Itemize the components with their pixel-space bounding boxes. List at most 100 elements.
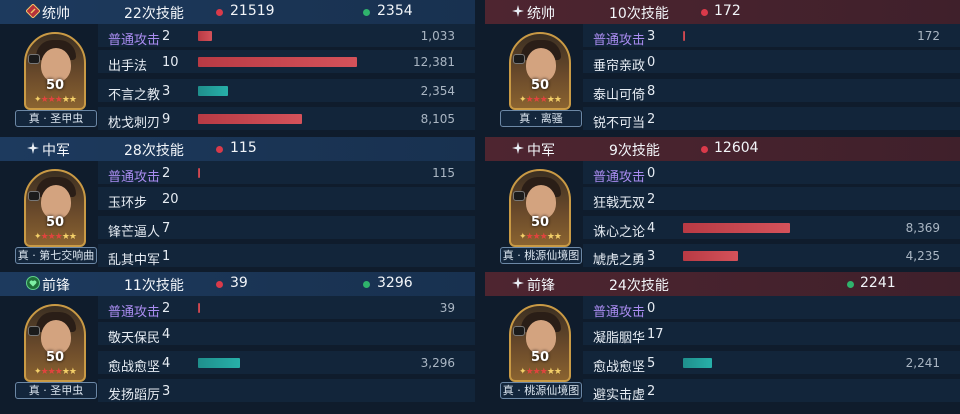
skill-row: 愈战愈坚 4 3,296 <box>98 351 475 375</box>
skill-value: 4,235 <box>905 249 940 263</box>
skill-use-count: 4 <box>162 327 171 342</box>
skill-value: 172 <box>917 29 940 43</box>
hero-portrait[interactable]: 50 ✦★★★★★ <box>509 304 571 382</box>
skill-use-count: 2 <box>647 112 656 127</box>
role-label: 统帅 <box>527 6 555 22</box>
hero-face <box>526 185 556 219</box>
skill-use-count: 5 <box>647 356 656 371</box>
damage-dot-icon <box>216 9 223 16</box>
hero-title-tag: 真 · 桃源仙境图 <box>500 382 582 399</box>
skill-bar-fill <box>198 168 200 178</box>
star-icon: ★★ <box>546 232 562 242</box>
star-icon: ★★★ <box>40 367 63 377</box>
hero-face <box>526 48 556 82</box>
sparkle-icon <box>26 141 40 155</box>
skill-bar-track <box>683 223 943 233</box>
heal-dot-icon <box>363 9 370 16</box>
skill-count: 28次技能 <box>124 143 184 159</box>
skill-value: 8,369 <box>905 221 940 235</box>
star-icon: ★★★ <box>525 367 548 377</box>
hero-title-tag: 真 · 离骚 <box>500 110 582 127</box>
hero-level: 50 <box>530 78 550 93</box>
right-panel-3: 前锋 24次技能 2241 50 ✦★★★★★ 真 · 桃源仙境图 普通攻击 0 凝脂胭华 17 愈… <box>485 272 960 408</box>
skill-bar-fill <box>198 114 302 124</box>
skill-use-count: 10 <box>162 55 179 70</box>
star-icon: ★★ <box>61 232 77 242</box>
skill-name: 垂帘亲政 <box>593 59 646 74</box>
skill-value: 12,381 <box>413 55 455 69</box>
role-label: 前锋 <box>527 278 555 294</box>
skill-bar-fill <box>683 223 790 233</box>
hero-portrait[interactable]: 50 ✦★★★★★ <box>509 169 571 247</box>
skill-row: 普通攻击 0 <box>583 161 960 185</box>
hero-face <box>41 48 71 82</box>
skill-name: 愈战愈坚 <box>108 360 161 375</box>
star-icon: ★★ <box>61 367 77 377</box>
hero-portrait[interactable]: 50 ✦★★★★★ <box>24 32 86 110</box>
hero-portrait[interactable]: 50 ✦★★★★★ <box>509 32 571 110</box>
skill-row: 诛心之论 4 8,369 <box>583 216 960 240</box>
skill-row: 愈战愈坚 5 2,241 <box>583 351 960 375</box>
skill-name: 普通攻击 <box>593 33 646 48</box>
skill-name: 普通攻击 <box>593 305 646 320</box>
hero-level: 50 <box>45 350 65 365</box>
hero-title-tag: 真 · 第七交响曲 <box>15 247 97 264</box>
skill-name: 愈战愈坚 <box>593 360 646 375</box>
hero-portrait[interactable]: 50 ✦★★★★★ <box>24 304 86 382</box>
star-icon: ★★★ <box>525 232 548 242</box>
unit-badge-icon <box>28 191 40 201</box>
hero-face <box>41 185 71 219</box>
hero-title-tag: 真 · 桃源仙境图 <box>500 247 582 264</box>
skill-bar-track <box>683 31 943 41</box>
skill-row: 狂戟无双 2 <box>583 187 960 211</box>
skill-use-count: 9 <box>162 112 171 127</box>
commander-flag-icon <box>26 4 40 18</box>
skill-value: 2,354 <box>420 84 455 98</box>
heal-total: 3296 <box>377 275 413 291</box>
right-panel-2: 中军 9次技能 12604 50 ✦★★★★★ 真 · 桃源仙境图 普通攻击 0 狂戟无双 2 诛心… <box>485 137 960 273</box>
skill-name: 普通攻击 <box>108 305 161 320</box>
role-label: 统帅 <box>42 6 70 22</box>
heal-total: 2241 <box>860 275 896 291</box>
panel-header: 前锋 24次技能 2241 <box>485 272 960 296</box>
skill-row: 垂帘亲政 0 <box>583 50 960 74</box>
skill-bar-track <box>198 31 458 41</box>
skill-bar-track <box>683 251 943 261</box>
heal-dot-icon <box>363 281 370 288</box>
skill-row: 玉环步 20 <box>98 187 475 211</box>
skill-name: 诛心之论 <box>593 225 646 240</box>
skill-use-count: 4 <box>162 356 171 371</box>
unit-badge-icon <box>513 191 525 201</box>
skill-bar-fill <box>198 57 357 67</box>
unit-badge-icon <box>513 54 525 64</box>
skill-name: 不言之教 <box>108 88 161 103</box>
sparkle-icon <box>511 4 525 18</box>
skill-name: 普通攻击 <box>593 170 646 185</box>
skill-use-count: 20 <box>162 192 179 207</box>
star-icon: ★★★ <box>525 95 548 105</box>
hero-level: 50 <box>45 215 65 230</box>
skill-use-count: 2 <box>162 29 171 44</box>
skill-bar-track <box>198 114 458 124</box>
skill-name: 凝脂胭华 <box>593 331 646 346</box>
damage-total: 12604 <box>714 140 759 156</box>
star-icon: ★★★ <box>40 95 63 105</box>
damage-dot-icon <box>701 9 708 16</box>
skill-value: 2,241 <box>905 356 940 370</box>
skill-bar-fill <box>198 303 200 313</box>
panel-header: 中军 28次技能 115 <box>0 137 475 161</box>
skill-name: 普通攻击 <box>108 33 161 48</box>
heart-shield-icon <box>26 276 40 290</box>
star-rating: ✦★★★★★ <box>26 95 84 105</box>
skill-name: 枕戈刺刃 <box>108 116 161 131</box>
left-panel-3: 前锋 11次技能 39 3296 50 ✦★★★★★ 真 · 圣甲虫 普通攻击 2 39 敬天保民 4… <box>0 272 475 408</box>
skill-use-count: 0 <box>647 301 656 316</box>
panel-header: 前锋 11次技能 39 3296 <box>0 272 475 296</box>
damage-total: 172 <box>714 3 741 19</box>
unit-badge-icon <box>28 54 40 64</box>
skill-name: 敬天保民 <box>108 331 161 346</box>
right-panel-1: 统帅 10次技能 172 50 ✦★★★★★ 真 · 离骚 普通攻击 3 172 垂帘亲政 0 泰山可… <box>485 0 960 136</box>
hero-portrait[interactable]: 50 ✦★★★★★ <box>24 169 86 247</box>
skill-count: 24次技能 <box>609 278 669 294</box>
damage-dot-icon <box>701 146 708 153</box>
